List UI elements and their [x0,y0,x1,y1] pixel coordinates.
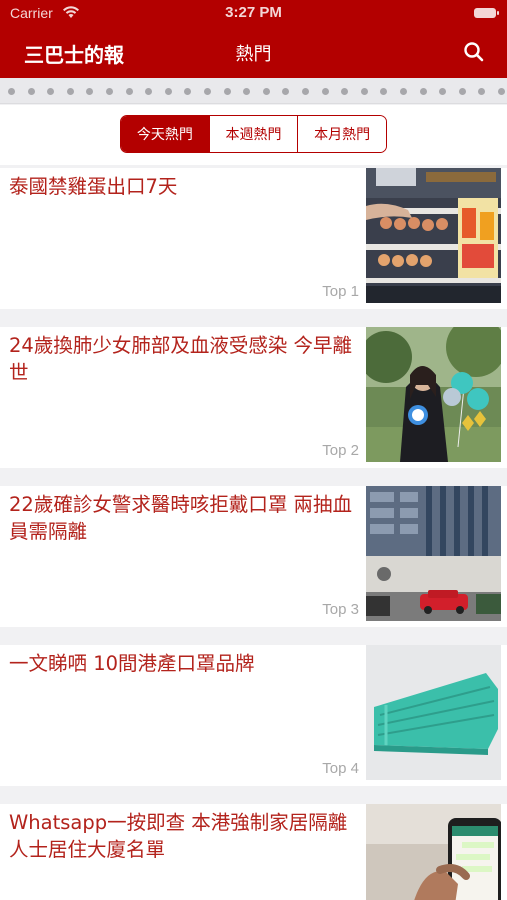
tab-this-week[interactable]: 本週熱門 [208,116,298,152]
tab-this-month[interactable]: 本月熱門 [297,116,386,152]
article-card[interactable]: Whatsapp一按即查 本港強制家居隔離人士居住大廈名單 [0,804,507,900]
decorative-dot [243,88,251,95]
decorative-dot [47,88,55,95]
decorative-dot [360,88,368,95]
article-rank: Top 2 [322,442,359,459]
article-title: 22歲確診女警求醫時咳拒戴口罩 兩抽血員需隔離 [9,493,353,543]
decorative-dot [66,88,74,95]
article-thumbnail [366,486,501,621]
tab-today[interactable]: 今天熱門 [121,116,209,152]
article-rank: Top 3 [322,601,359,618]
decorative-dot [184,88,192,95]
decorative-dot [125,88,133,95]
decorative-dot [400,88,407,95]
decorative-dot [164,88,172,95]
battery-icon [474,8,499,18]
decorative-dot [341,88,349,95]
article-card[interactable]: 泰國禁雞蛋出口7天 Top 1 [0,168,507,309]
decorative-dot [262,88,270,95]
app-header: Carrier 3:27 PM 三巴士的報 熱門 [0,0,507,78]
decorative-dot [478,88,486,95]
decorative-dot [302,88,309,95]
article-rank: Top 1 [322,283,359,300]
article-rank: Top 4 [322,760,359,777]
search-icon[interactable] [462,40,486,64]
decorative-dot [8,88,15,95]
article-title: 24歲換肺少女肺部及血液受感染 今早離世 [9,334,353,384]
decorative-dot [458,88,466,95]
decorative-dot-strip [0,78,507,104]
article-card[interactable]: 24歲換肺少女肺部及血液受感染 今早離世 Top 2 [0,327,507,468]
article-card[interactable]: 22歲確診女警求醫時咳拒戴口罩 兩抽血員需隔離 Top 3 [0,486,507,627]
article-thumbnail [366,804,501,900]
article-thumbnail [366,645,501,780]
decorative-dot [498,88,505,95]
status-time: 3:27 PM [225,4,282,21]
decorative-dot [27,88,35,95]
decorative-dot [223,88,231,95]
page-title: 熱門 [235,44,272,65]
article-title: 一文睇哂 10間港產口罩品牌 [9,652,255,675]
article-card[interactable]: 一文睇哂 10間港產口罩品牌 Top 4 [0,645,507,786]
status-bar: Carrier 3:27 PM [0,0,507,26]
article-thumbnail [366,327,501,462]
article-thumbnail [366,168,501,303]
decorative-dot [439,88,447,95]
decorative-dot [321,88,329,95]
decorative-dot [86,88,94,95]
decorative-dot [282,88,290,95]
decorative-dot [380,88,388,95]
tab-bar: 今天熱門 本週熱門 本月熱門 [0,105,507,165]
article-title: 泰國禁雞蛋出口7天 [9,175,178,198]
decorative-dot [106,88,113,95]
article-title: Whatsapp一按即查 本港強制家居隔離人士居住大廈名單 [9,811,348,861]
decorative-dot [419,88,427,95]
period-segmented-control: 今天熱門 本週熱門 本月熱門 [120,115,387,153]
decorative-dot [204,88,211,95]
decorative-dot [145,88,153,95]
